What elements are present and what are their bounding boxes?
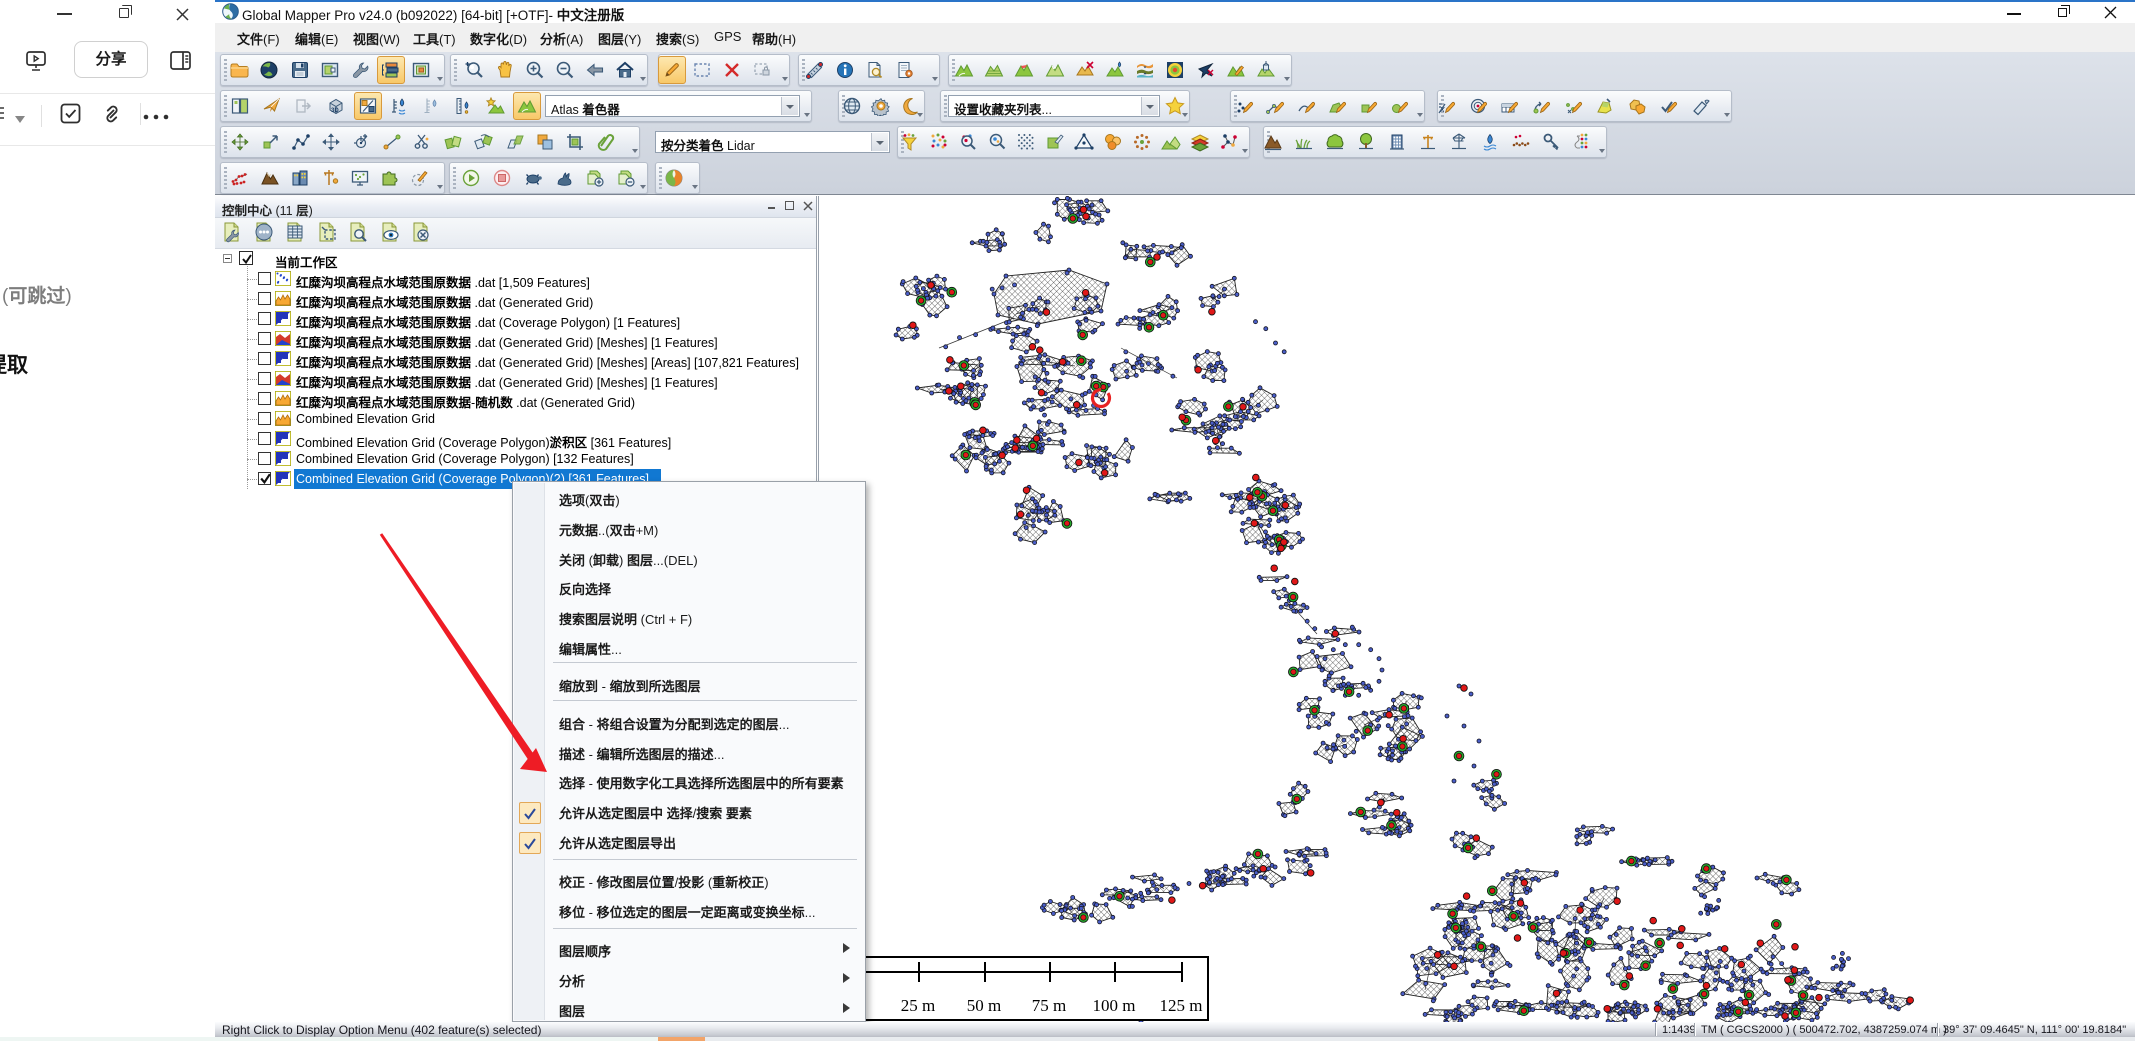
svg-text:X: X	[1439, 107, 1445, 114]
svg-text:3D: 3D	[331, 108, 339, 114]
